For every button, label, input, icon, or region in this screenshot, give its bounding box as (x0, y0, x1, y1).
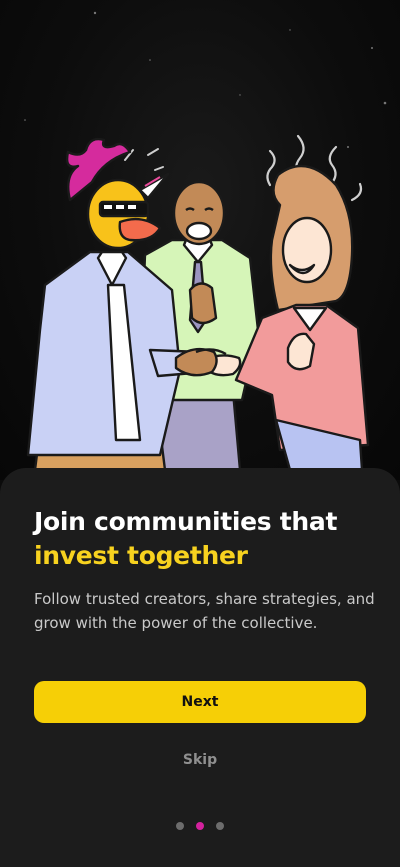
onboarding-subtitle: Follow trusted creators, share strategie… (34, 590, 375, 632)
page-dot-1[interactable] (176, 822, 184, 830)
page-dot-2-active[interactable] (196, 822, 204, 830)
skip-button[interactable]: Skip (150, 746, 250, 774)
next-button[interactable]: Next (34, 681, 366, 723)
onboarding-title: Join communities that invest together (34, 505, 374, 573)
page-indicator (0, 822, 400, 832)
page-dot-3[interactable] (216, 822, 224, 830)
title-line-1: Join communities that (34, 507, 338, 536)
community-handshake-illustration (24, 11, 387, 472)
title-line-2-highlight: invest together (34, 541, 248, 570)
hero-illustration (0, 0, 400, 480)
